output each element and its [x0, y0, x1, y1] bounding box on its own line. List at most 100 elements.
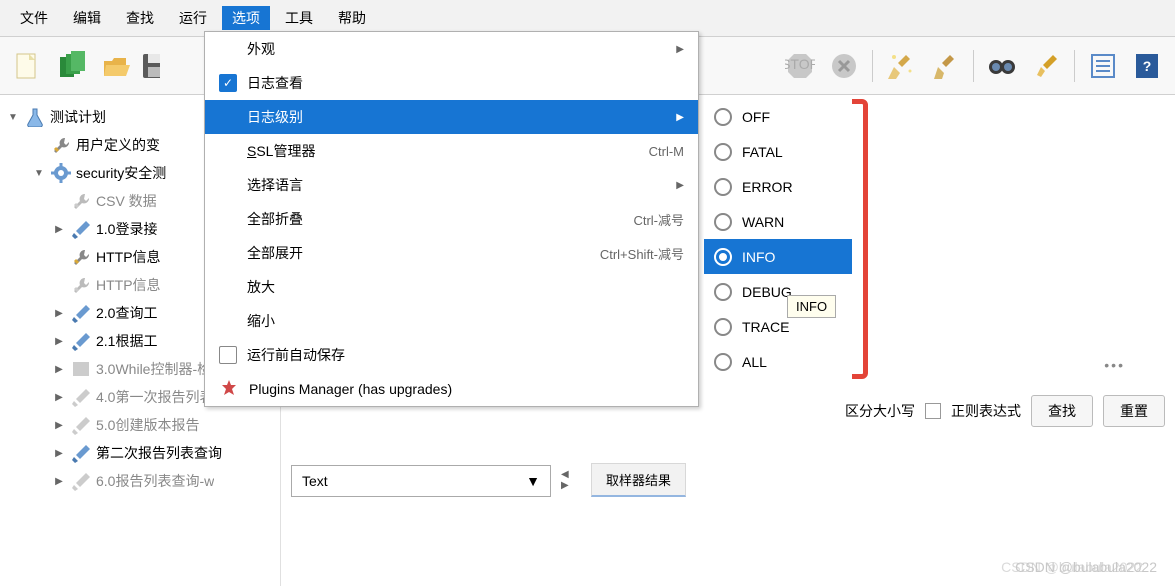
menu-options[interactable]: 选项: [222, 6, 270, 30]
help-icon[interactable]: ?: [1127, 46, 1167, 86]
list-icon[interactable]: [1083, 46, 1123, 86]
tree-item[interactable]: ▶ 6.0报告列表查询-w: [6, 467, 280, 495]
search-controls: 区分大小写 正则表达式 查找 重置: [845, 395, 1165, 427]
tooltip: INFO: [787, 295, 836, 318]
wrench-icon: [50, 134, 72, 156]
tree-item-label: 4.0第一次报告列表.: [96, 387, 217, 407]
radio-icon: [714, 213, 732, 231]
loglevel-option[interactable]: FATAL: [704, 134, 852, 169]
dropdown-item[interactable]: 缩小: [205, 304, 698, 338]
dropdown-label: 运行前自动保存: [247, 345, 684, 365]
dropdown-label: 日志查看: [247, 73, 684, 93]
regex-checkbox[interactable]: [925, 403, 941, 419]
radio-icon: [714, 353, 732, 371]
tree-item-label: HTTP信息: [96, 247, 161, 267]
expand-icon[interactable]: ▶: [52, 392, 66, 403]
loglevel-option[interactable]: ERROR: [704, 169, 852, 204]
checkbox-icon: [219, 346, 237, 364]
regex-label: 正则表达式: [951, 401, 1021, 421]
expand-icon[interactable]: ▶: [52, 448, 66, 459]
dropdown-item[interactable]: 日志级别▶: [205, 100, 698, 134]
expand-icon[interactable]: ▶: [52, 308, 66, 319]
tree-item-label: CSV 数据: [96, 191, 157, 211]
dropdown-label: 缩小: [247, 311, 684, 331]
new-file-icon[interactable]: [8, 46, 48, 86]
menu-file[interactable]: 文件: [10, 6, 58, 30]
radio-icon: [714, 318, 732, 336]
loglevel-option[interactable]: OFF: [704, 99, 852, 134]
dropdown-item[interactable]: 选择语言▶: [205, 168, 698, 202]
expand-icon[interactable]: ▼: [6, 112, 20, 123]
templates-icon[interactable]: [52, 46, 92, 86]
combo-value: Text: [302, 473, 328, 489]
chevron-right-icon: ▶: [676, 180, 684, 191]
dropdown-item[interactable]: ✓ 日志查看: [205, 66, 698, 100]
loglevel-option[interactable]: INFO: [704, 239, 852, 274]
menu-edit[interactable]: 编辑: [63, 6, 111, 30]
stop-icon[interactable]: STOP: [780, 46, 820, 86]
dropdown-item[interactable]: 外观▶: [205, 32, 698, 66]
sampler-icon: [70, 302, 92, 324]
expand-icon[interactable]: ▶: [52, 336, 66, 347]
expand-icon[interactable]: ▶: [52, 364, 66, 375]
gear-icon: [50, 162, 72, 184]
loglevel-label: DEBUG: [742, 284, 792, 300]
expand-icon[interactable]: ▶: [52, 224, 66, 235]
chevron-right-icon: ▶: [676, 112, 684, 123]
menu-help[interactable]: 帮助: [328, 6, 376, 30]
expand-icon[interactable]: ▼: [32, 168, 46, 179]
tree-item-label: security安全测: [76, 163, 166, 183]
menu-run[interactable]: 运行: [169, 6, 217, 30]
wrench-icon: [70, 274, 92, 296]
svg-text:STOP: STOP: [785, 56, 815, 72]
dropdown-item[interactable]: SSL管理器Ctrl-M: [205, 134, 698, 168]
dropdown-item[interactable]: 运行前自动保存: [205, 338, 698, 372]
tree-item[interactable]: ▶ 第二次报告列表查询: [6, 439, 280, 467]
loglevel-option[interactable]: WARN: [704, 204, 852, 239]
binoculars-icon[interactable]: [982, 46, 1022, 86]
radio-icon: [714, 283, 732, 301]
find-button[interactable]: 查找: [1031, 395, 1093, 427]
expand-icon[interactable]: ▶: [52, 420, 66, 431]
menu-tools[interactable]: 工具: [275, 6, 323, 30]
save-icon[interactable]: [140, 46, 160, 86]
sampler-icon: [70, 442, 92, 464]
nav-arrows-icon[interactable]: ◀▶: [561, 469, 569, 491]
loglevel-option[interactable]: ALL: [704, 344, 852, 379]
loglevel-label: ERROR: [742, 179, 793, 195]
loglevel-label: FATAL: [742, 144, 783, 160]
chevron-down-icon: ▼: [526, 473, 540, 489]
more-icon[interactable]: •••: [1104, 357, 1125, 373]
cancel-icon[interactable]: [824, 46, 864, 86]
dropdown-label: 全部展开: [247, 243, 590, 263]
reset-button[interactable]: 重置: [1103, 395, 1165, 427]
results-tab[interactable]: 取样器结果: [591, 463, 686, 497]
expand-icon[interactable]: ▶: [52, 476, 66, 487]
sampler-icon: [70, 470, 92, 492]
chevron-right-icon: ▶: [676, 44, 684, 55]
dropdown-label: 全部折叠: [247, 209, 623, 229]
tree-item[interactable]: ▶ 5.0创建版本报告: [6, 411, 280, 439]
dropdown-item[interactable]: Plugins Manager (has upgrades): [205, 372, 698, 406]
sweep-icon[interactable]: [881, 46, 921, 86]
format-combo[interactable]: Text ▼: [291, 465, 551, 497]
wrench-icon: [70, 190, 92, 212]
dropdown-item[interactable]: 放大: [205, 270, 698, 304]
tree-item-label: 第二次报告列表查询: [96, 443, 222, 463]
tree-item-label: 2.1根据工: [96, 331, 157, 351]
tree-item-label: 6.0报告列表查询-w: [96, 471, 214, 491]
dropdown-item[interactable]: 全部展开Ctrl+Shift-减号: [205, 236, 698, 270]
checkbox-icon: ✓: [219, 74, 237, 92]
shortcut-label: Ctrl-减号: [633, 210, 684, 229]
sampler-icon: [70, 386, 92, 408]
sampler-icon: [70, 218, 92, 240]
broom-icon[interactable]: [925, 46, 965, 86]
dropdown-item[interactable]: 全部折叠 Ctrl-减号: [205, 202, 698, 236]
brush-icon[interactable]: [1026, 46, 1066, 86]
radio-icon: [714, 108, 732, 126]
open-icon[interactable]: [96, 46, 136, 86]
dropdown-label: SSL管理器: [247, 141, 639, 161]
sampler-icon: [70, 414, 92, 436]
menu-find[interactable]: 查找: [116, 6, 164, 30]
tree-item-label: 5.0创建版本报告: [96, 415, 199, 435]
